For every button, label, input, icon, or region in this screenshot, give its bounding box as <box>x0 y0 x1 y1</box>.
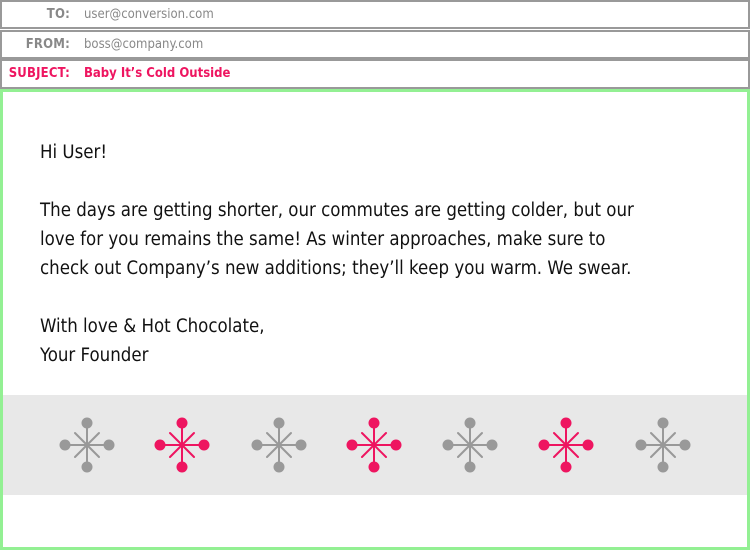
to-label: TO: <box>46 7 70 22</box>
snowflake-icon <box>633 415 693 475</box>
snowflake-icon <box>152 415 212 475</box>
greeting: Hi User! <box>40 142 108 163</box>
snowflake-icon <box>57 415 117 475</box>
to-value[interactable]: user@conversion.com <box>84 2 214 27</box>
subject-value[interactable]: Baby It’s Cold Outside <box>84 61 231 86</box>
subject-label: SUBJECT: <box>8 66 70 81</box>
from-row: FROM: boss@company.com <box>0 30 750 59</box>
snowflake-icon <box>440 415 500 475</box>
paragraph-line: love for you remains the same! As winter… <box>40 229 606 250</box>
paragraph-line: The days are getting shorter, our commut… <box>40 200 634 221</box>
from-value[interactable]: boss@company.com <box>84 32 203 57</box>
message-text: Hi User! The days are getting shorter, o… <box>40 138 680 370</box>
subject-row: SUBJECT: Baby It’s Cold Outside <box>0 59 750 89</box>
to-row: TO: user@conversion.com <box>0 0 750 29</box>
snowflake-icon <box>536 415 596 475</box>
signature: Your Founder <box>40 345 149 366</box>
from-label: FROM: <box>25 37 70 52</box>
email-body: Hi User! The days are getting shorter, o… <box>0 89 750 550</box>
snowflake-icon <box>249 415 309 475</box>
paragraph-line: check out Company’s new additions; they’… <box>40 258 632 279</box>
snowflake-icon <box>344 415 404 475</box>
signoff: With love & Hot Chocolate, <box>40 316 265 337</box>
snowflake-band <box>3 395 747 495</box>
